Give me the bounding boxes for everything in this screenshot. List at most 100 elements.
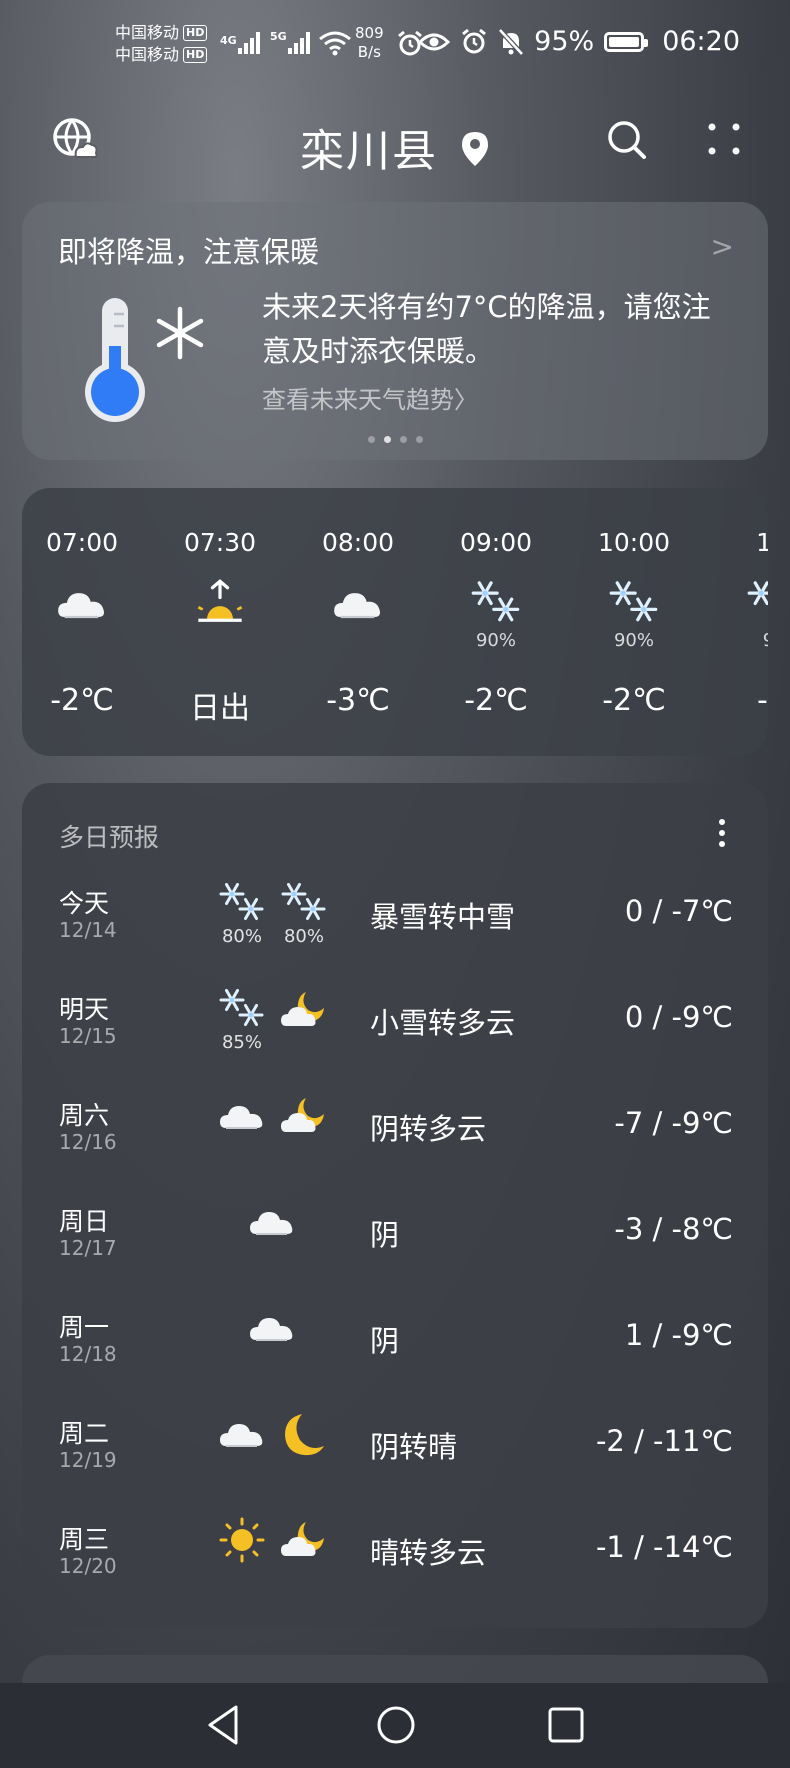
hourly-temp: -3℃ — [326, 683, 390, 718]
temp-range: 1 / -9℃ — [624, 1318, 733, 1352]
hourly-item: 07:30 日出 — [160, 488, 280, 756]
snow-icon — [219, 882, 264, 921]
pager-dot — [415, 436, 423, 443]
hourly-item: 10:00 90% -2℃ — [574, 488, 694, 756]
cloud-icon — [250, 1318, 293, 1341]
city-title[interactable]: 栾川县 — [0, 115, 790, 179]
alert-title: 即将降温，注意保暖 — [58, 235, 320, 269]
sunrise-icon — [197, 579, 243, 622]
alarm-icon-2 — [462, 28, 487, 53]
more-icon[interactable] — [704, 119, 744, 159]
day-label: 周三 — [59, 1525, 110, 1554]
mute-bell-icon — [498, 27, 525, 56]
cloud-icon — [220, 1424, 263, 1447]
hourly-forecast[interactable]: 07:00 -2℃ 07:30 日出 08:00 -3℃ 09:00 90% -… — [22, 488, 768, 756]
battery-percent: 95% — [534, 26, 595, 57]
home-icon[interactable] — [374, 1703, 418, 1747]
cloud-icon — [250, 1212, 293, 1235]
back-icon[interactable] — [204, 1703, 244, 1747]
forecast-trend-link[interactable]: 查看未来天气趋势〉 — [262, 380, 478, 415]
cloudy-night-icon — [281, 992, 324, 1026]
daily-row[interactable]: 周一 12/18 阴 1 / -9℃ — [22, 1292, 768, 1397]
day-icon — [212, 1092, 272, 1162]
hourly-icon — [160, 578, 280, 638]
chevron-right-icon: > — [710, 230, 734, 263]
hourly-temp: -2℃ — [50, 683, 114, 718]
date-label: 12/18 — [59, 1342, 117, 1366]
top-bar: 栾川县 — [0, 105, 790, 180]
day-label: 周一 — [59, 1313, 110, 1342]
daily-row[interactable]: 周三 12/20 晴转多云 -1 / -14℃ — [22, 1504, 768, 1609]
cloud-icon — [58, 593, 105, 619]
carrier-2: 中国移动 — [115, 45, 180, 64]
day-label: 周六 — [59, 1101, 110, 1130]
daily-row[interactable]: 明天 12/15 85% 小雪转多云 0 / -9℃ — [22, 974, 768, 1079]
moon-icon — [285, 1414, 324, 1456]
daily-forecast: 多日预报 今天 12/14 80% 80% 暴雪转中雪 0 / -7℃ 明天 1… — [22, 783, 768, 1628]
alert-card[interactable]: 即将降温，注意保暖 > 未来2天将有约7°C的降温，请您注意及时添衣保暖。 查看… — [22, 202, 768, 460]
date-label: 12/15 — [59, 1024, 117, 1048]
pager-dot — [399, 436, 407, 443]
daily-row[interactable]: 周六 12/16 阴转多云 -7 / -9℃ — [22, 1080, 768, 1185]
svg-text:4G: 4G — [220, 34, 237, 47]
weather-desc: 阴 — [370, 1324, 400, 1358]
day-label: 周二 — [59, 1419, 110, 1448]
hourly-item: 11 9( -3 — [712, 488, 768, 756]
hourly-icon — [298, 578, 418, 638]
temp-range: -7 / -9℃ — [614, 1106, 733, 1140]
day-icon — [212, 1516, 272, 1586]
daily-row[interactable]: 周日 12/17 阴 -3 / -8℃ — [22, 1186, 768, 1291]
hourly-time: 08:00 — [321, 528, 395, 557]
weather-desc: 晴转多云 — [370, 1536, 487, 1570]
cloudy-night-icon — [281, 1098, 324, 1132]
weather-desc: 阴 — [370, 1218, 400, 1252]
hourly-item: 07:00 -2℃ — [22, 488, 142, 756]
night-icon — [274, 986, 334, 1056]
search-icon[interactable] — [606, 119, 648, 161]
cloudy-night-icon — [281, 1522, 324, 1556]
battery-icon — [604, 31, 649, 52]
day-icon — [242, 1198, 302, 1268]
hourly-icon — [22, 578, 142, 638]
hourly-time: 07:30 — [183, 528, 257, 557]
snow-icon — [609, 581, 658, 622]
signal-icon-2: 5G — [270, 30, 310, 54]
hourly-icon — [436, 578, 556, 638]
hd-badge: HD — [183, 25, 208, 41]
sun-icon — [219, 1517, 265, 1563]
night-icon: 80% — [274, 880, 334, 950]
weather-desc: 阴转多云 — [370, 1112, 487, 1146]
signal-icon: 4G — [220, 32, 260, 54]
wifi-icon — [319, 31, 351, 56]
weather-desc: 暴雪转中雪 — [370, 900, 516, 934]
temp-range: 0 / -7℃ — [624, 894, 733, 928]
hourly-precip: 90% — [613, 630, 654, 651]
more-vertical-icon[interactable] — [716, 818, 728, 850]
hourly-item: 08:00 -3℃ — [298, 488, 418, 756]
recents-icon[interactable] — [546, 1705, 586, 1745]
clock: 06:20 — [662, 26, 740, 57]
hourly-time: 11 — [756, 528, 768, 557]
hourly-temp: -2℃ — [602, 683, 666, 718]
snow-icon — [219, 988, 264, 1027]
net-speed: 809 B/s — [355, 24, 384, 61]
hourly-time: 07:00 — [45, 528, 119, 557]
pager-dot-active — [383, 436, 391, 443]
hourly-time: 10:00 — [597, 528, 671, 557]
day-icon — [212, 1410, 272, 1480]
day-icon: 80% — [212, 880, 272, 950]
navigation-bar — [0, 1683, 790, 1768]
daily-row[interactable]: 周二 12/19 阴转晴 -2 / -11℃ — [22, 1398, 768, 1503]
day-icon — [242, 1304, 302, 1374]
night-icon — [274, 1092, 334, 1162]
day-label: 周日 — [59, 1207, 110, 1236]
carrier-1: 中国移动 — [115, 23, 180, 42]
snowflake-icon — [156, 306, 204, 360]
hourly-temp: 日出 — [190, 691, 250, 726]
svg-text:5G: 5G — [270, 30, 287, 43]
hourly-temp: -2℃ — [464, 683, 528, 718]
hourly-temp: -3 — [757, 683, 768, 718]
hourly-icon — [712, 578, 768, 638]
daily-row[interactable]: 今天 12/14 80% 80% 暴雪转中雪 0 / -7℃ — [22, 868, 768, 973]
hourly-precip: 9( — [712, 630, 768, 651]
